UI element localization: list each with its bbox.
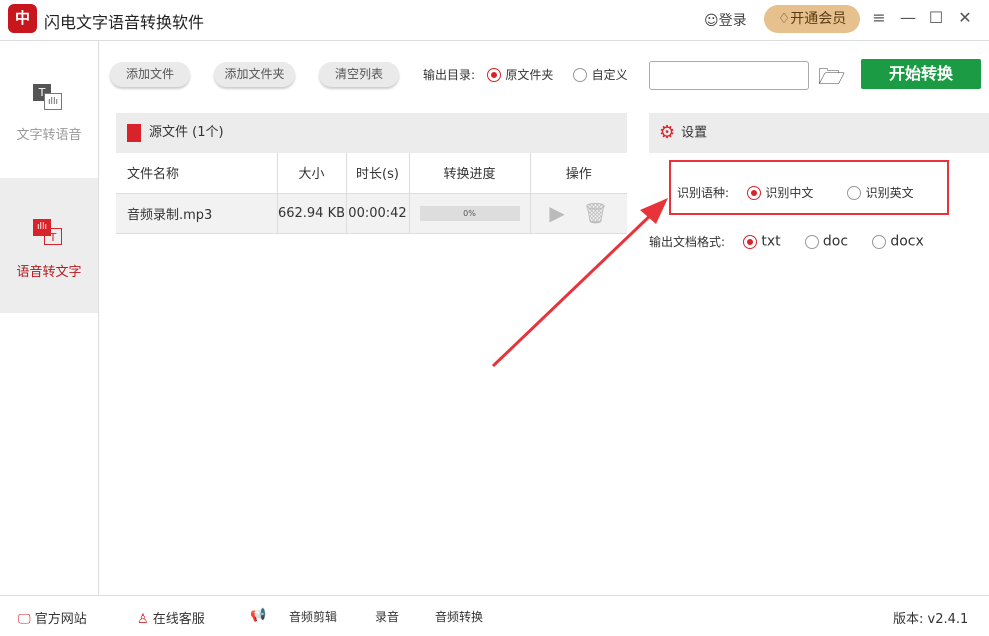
service-link[interactable]: ♙ 在线客服	[137, 608, 205, 627]
waveform-icon: ıllı	[33, 219, 51, 236]
file-name: 音频录制.mp3	[116, 193, 278, 233]
source-title: 源文件 (1个)	[149, 125, 224, 140]
source-panel-header: 源文件 (1个)	[116, 113, 627, 153]
radio-chinese[interactable]	[747, 185, 762, 200]
radio-custom[interactable]	[573, 67, 588, 82]
table-row[interactable]: 音频录制.mp3 662.94 KB 00:00:42 0% ▶ 🗑	[116, 193, 627, 233]
add-folder-button[interactable]: 添加文件夹	[214, 62, 295, 87]
minimize-button[interactable]: —	[898, 8, 918, 27]
radio-txt[interactable]	[743, 234, 758, 249]
trash-icon[interactable]: 🗑	[583, 201, 608, 225]
sidebar: T ıllı 文字转语音 T ıllı 语音转文字	[0, 41, 99, 595]
docx-label: docx	[890, 233, 924, 250]
radio-docx[interactable]	[872, 234, 887, 249]
custom-label: 自定义	[591, 68, 628, 82]
monitor-icon: 🖵	[18, 612, 31, 627]
format-row: 输出文档格式: txt doc docx	[649, 233, 924, 250]
clear-list-button[interactable]: 清空列表	[319, 62, 399, 87]
gear-icon: ⚙	[659, 122, 676, 143]
col-name: 文件名称	[116, 153, 278, 193]
user-icon: ☺	[704, 13, 719, 29]
folder-open-icon[interactable]: 🗁	[818, 60, 845, 98]
radio-source-folder[interactable]	[487, 67, 502, 82]
add-file-button[interactable]: 添加文件	[110, 62, 190, 87]
settings-title: 设置	[681, 125, 708, 141]
close-button[interactable]: ✕	[955, 8, 975, 27]
app-logo: 中	[8, 4, 37, 33]
start-convert-button[interactable]: 开始转换	[861, 59, 981, 89]
menu-icon[interactable]: ≡	[869, 8, 889, 27]
doc-label: doc	[822, 233, 849, 250]
maximize-button[interactable]: ☐	[926, 8, 946, 27]
source-folder-label: 原文件夹	[505, 68, 554, 82]
version-text: 版本: v2.4.1	[893, 612, 969, 627]
diamond-icon: ♢	[777, 11, 791, 27]
login-button[interactable]: ☺登录	[704, 10, 747, 30]
col-progress: 转换进度	[409, 153, 531, 193]
website-label: 官方网站	[34, 612, 87, 627]
audio-convert-link[interactable]: 音频转换	[435, 608, 483, 625]
table-header: 文件名称 大小 时长(s) 转换进度 操作	[116, 153, 627, 193]
megaphone-icon: 📢	[250, 608, 267, 623]
record-link[interactable]: 录音	[375, 608, 399, 625]
txt-label: txt	[761, 233, 781, 250]
person-icon: ♙	[137, 612, 149, 627]
language-row: 识别语种: 识别中文 识别英文	[677, 184, 914, 201]
waveform-icon: ıllı	[44, 93, 62, 110]
sidebar-item-label: 文字转语音	[16, 128, 82, 143]
output-path-input[interactable]	[649, 61, 809, 90]
file-duration: 00:00:42	[346, 193, 410, 233]
vip-label: 开通会员	[790, 11, 847, 27]
col-actions: 操作	[565, 167, 592, 183]
settings-panel-header: ⚙ 设置	[649, 113, 989, 153]
language-label: 识别语种:	[677, 186, 730, 200]
format-label: 输出文档格式:	[649, 235, 726, 249]
file-table: 文件名称 大小 时长(s) 转换进度 操作 音频录制.mp3 662.94 KB…	[116, 153, 627, 234]
col-size: 大小	[277, 153, 347, 193]
progress-bar: 0%	[419, 205, 520, 221]
col-duration: 时长(s)	[346, 153, 410, 193]
vip-button[interactable]: ♢开通会员	[764, 5, 860, 33]
audio-edit-link[interactable]: 音频剪辑	[289, 608, 337, 625]
english-label: 识别英文	[865, 186, 914, 200]
chinese-label: 识别中文	[765, 186, 814, 200]
sidebar-item-speech-to-text[interactable]: T ıllı 语音转文字	[0, 178, 98, 313]
output-dir-label: 输出目录:	[423, 68, 476, 82]
login-label: 登录	[718, 13, 747, 29]
output-dir-group: 输出目录: 原文件夹 自定义	[423, 66, 628, 83]
title-bar: 中 闪电文字语音转换软件 ☺登录 ♢开通会员 ≡ — ☐ ✕	[0, 0, 989, 41]
document-icon	[127, 123, 141, 142]
footer: 🖵 官方网站 ♙ 在线客服 📢 音频剪辑 录音 音频转换 版本: v2.4.1	[0, 595, 989, 636]
play-icon[interactable]: ▶	[549, 201, 564, 225]
website-link[interactable]: 🖵 官方网站	[18, 608, 87, 627]
radio-english[interactable]	[847, 185, 862, 200]
sidebar-item-label: 语音转文字	[16, 265, 82, 280]
radio-doc[interactable]	[804, 234, 819, 249]
service-label: 在线客服	[152, 612, 205, 627]
progress-text: 0%	[463, 208, 476, 218]
app-title: 闪电文字语音转换软件	[44, 13, 205, 32]
file-size: 662.94 KB	[277, 193, 347, 233]
sidebar-item-text-to-speech[interactable]: T ıllı 文字转语音	[0, 41, 98, 178]
